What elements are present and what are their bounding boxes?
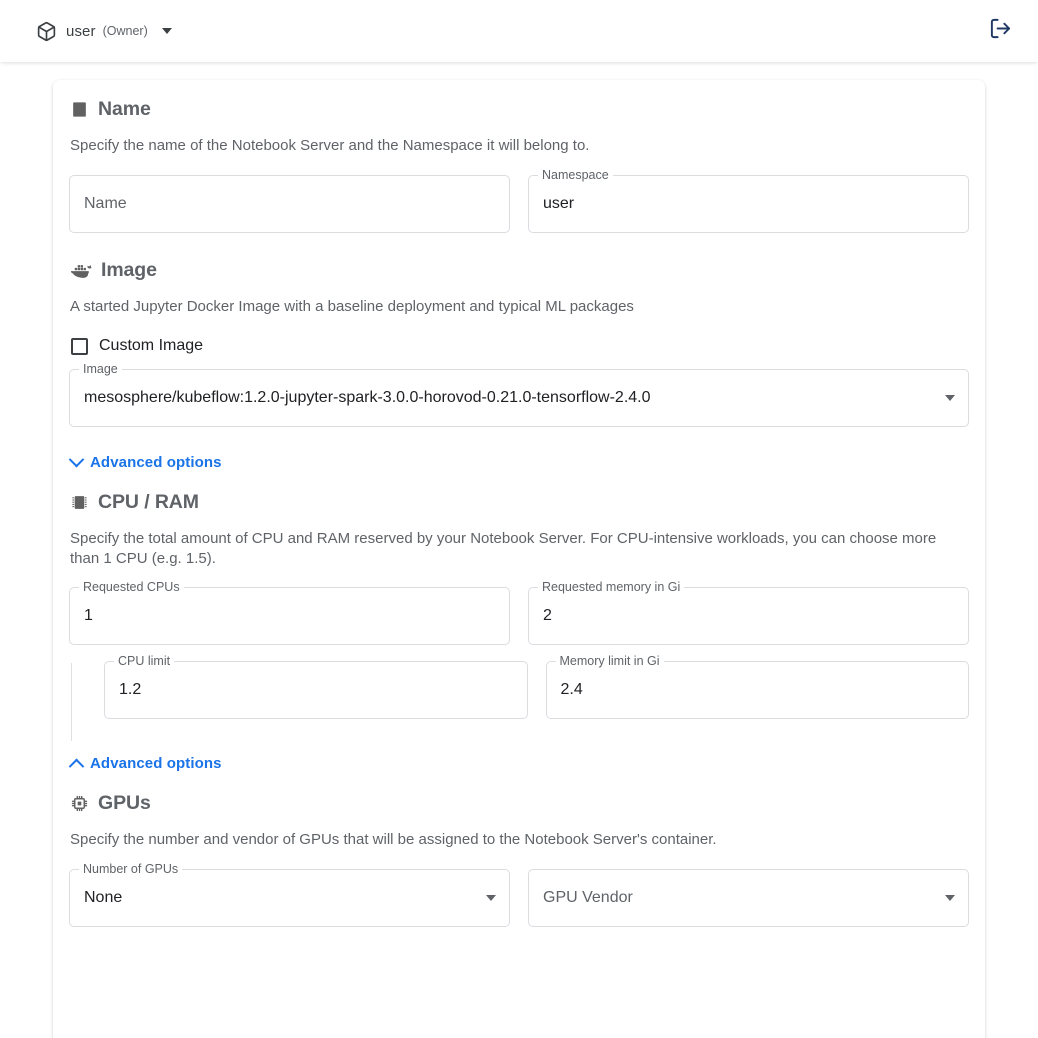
- notebook-name-input[interactable]: Name: [69, 174, 510, 233]
- cpu-ram-advanced-panel: CPU limit 1.2 Memory limit in Gi 2.4: [69, 653, 969, 741]
- section-description: Specify the number and vendor of GPUs th…: [70, 831, 717, 848]
- section-gpus: GPUs Specify the number and vendor of GP…: [69, 792, 969, 927]
- logout-button[interactable]: [980, 11, 1020, 51]
- number-of-gpus-select[interactable]: None: [69, 868, 510, 927]
- chevron-down-icon: [945, 894, 955, 901]
- custom-image-checkbox[interactable]: [71, 337, 88, 355]
- image-advanced-options-toggle[interactable]: Advanced options: [68, 451, 222, 471]
- notebook-name-placeholder: Name: [84, 194, 127, 212]
- section-image-header: Image: [69, 259, 969, 282]
- section-title: GPUs: [98, 792, 151, 814]
- requested-resources-row: Requested CPUs 1 Requested memory in Gi …: [69, 579, 969, 645]
- number-of-gpus-field[interactable]: Number of GPUs None: [69, 860, 510, 927]
- namespace-field-label: Namespace: [538, 166, 613, 183]
- cpu-ram-advanced-options-label: Advanced options: [90, 755, 222, 772]
- chevron-down-icon: [68, 451, 85, 468]
- namespace-field[interactable]: Namespace user: [528, 166, 969, 233]
- namespace-selector[interactable]: user (Owner): [30, 17, 178, 46]
- docker-whale-icon: [70, 262, 92, 279]
- chevron-down-icon: [161, 28, 172, 34]
- notebook-name-field[interactable]: Name: [69, 174, 510, 233]
- new-notebook-form-card: Name Specify the name of the Notebook Se…: [53, 80, 985, 1038]
- section-name-header: Name: [69, 98, 969, 121]
- image-select-label: Image: [79, 361, 122, 377]
- top-bar: user (Owner): [0, 0, 1038, 62]
- namespace-role: (Owner): [102, 24, 148, 38]
- requested-cpus-input[interactable]: 1: [69, 587, 510, 645]
- requested-cpus-field[interactable]: Requested CPUs 1: [69, 579, 510, 645]
- section-description: Specify the name of the Notebook Server …: [70, 137, 590, 154]
- notebook-icon: [70, 100, 89, 119]
- chevron-down-icon: [486, 894, 496, 901]
- requested-memory-input[interactable]: 2: [528, 587, 969, 645]
- processor-chip-icon: [70, 794, 89, 813]
- image-advanced-options-label: Advanced options: [90, 454, 222, 471]
- memory-chip-icon: [70, 493, 89, 512]
- gpu-vendor-field[interactable]: GPU Vendor: [528, 868, 969, 927]
- namespace-input[interactable]: user: [528, 174, 969, 233]
- section-cpu-ram: CPU / RAM Specify the total amount of CP…: [68, 491, 969, 775]
- chevron-down-icon: [945, 395, 955, 401]
- cpu-limit-field[interactable]: CPU limit 1.2: [104, 653, 528, 719]
- requested-memory-label: Requested memory in Gi: [538, 579, 685, 595]
- limits-row: CPU limit 1.2 Memory limit in Gi 2.4: [104, 653, 969, 719]
- memory-limit-field[interactable]: Memory limit in Gi 2.4: [545, 653, 969, 719]
- cpu-limit-label: CPU limit: [114, 653, 175, 669]
- custom-image-label: Custom Image: [99, 337, 204, 354]
- cpu-limit-input[interactable]: 1.2: [104, 661, 528, 719]
- package-cube-icon: [36, 21, 57, 42]
- section-title: Name: [98, 98, 151, 120]
- requested-memory-field[interactable]: Requested memory in Gi 2: [528, 579, 969, 645]
- section-title: CPU / RAM: [98, 491, 199, 513]
- image-select-row: Image mesosphere/kubeflow:1.2.0-jupyter-…: [69, 361, 969, 427]
- page-body: Name Specify the name of the Notebook Se…: [0, 62, 1038, 1038]
- requested-cpus-label: Requested CPUs: [79, 579, 184, 595]
- namespace-value: user: [543, 194, 575, 212]
- memory-limit-value: 2.4: [560, 681, 583, 698]
- requested-cpus-value: 1: [84, 607, 93, 624]
- image-select-field[interactable]: Image mesosphere/kubeflow:1.2.0-jupyter-…: [69, 361, 969, 427]
- custom-image-checkbox-row[interactable]: Custom Image: [71, 337, 203, 355]
- namespace-name: user: [66, 22, 96, 40]
- memory-limit-input[interactable]: 2.4: [545, 661, 969, 719]
- number-of-gpus-value: None: [84, 888, 123, 906]
- gpu-vendor-placeholder: GPU Vendor: [543, 888, 633, 906]
- section-cpu-ram-header: CPU / RAM: [69, 491, 969, 514]
- section-gpus-header: GPUs: [69, 792, 969, 815]
- section-description: Specify the total amount of CPU and RAM …: [70, 530, 937, 567]
- section-image: Image A started Jupyter Docker Image wit…: [68, 259, 969, 471]
- section-title: Image: [101, 258, 157, 281]
- image-select-value: mesosphere/kubeflow:1.2.0-jupyter-spark-…: [84, 389, 651, 406]
- section-description: A started Jupyter Docker Image with a ba…: [70, 297, 634, 315]
- memory-limit-label: Memory limit in Gi: [555, 653, 664, 669]
- gpu-row: Number of GPUs None GPU Vendor: [69, 860, 969, 927]
- image-select-control[interactable]: mesosphere/kubeflow:1.2.0-jupyter-spark-…: [69, 369, 969, 427]
- name-namespace-row: Name Namespace user: [69, 166, 969, 233]
- requested-memory-value: 2: [543, 607, 552, 624]
- cpu-ram-advanced-options-toggle[interactable]: Advanced options: [68, 755, 222, 775]
- number-of-gpus-label: Number of GPUs: [79, 860, 183, 877]
- logout-icon: [989, 17, 1012, 45]
- cpu-limit-value: 1.2: [119, 681, 142, 698]
- section-name: Name Specify the name of the Notebook Se…: [69, 98, 969, 233]
- gpu-vendor-select[interactable]: GPU Vendor: [528, 868, 969, 927]
